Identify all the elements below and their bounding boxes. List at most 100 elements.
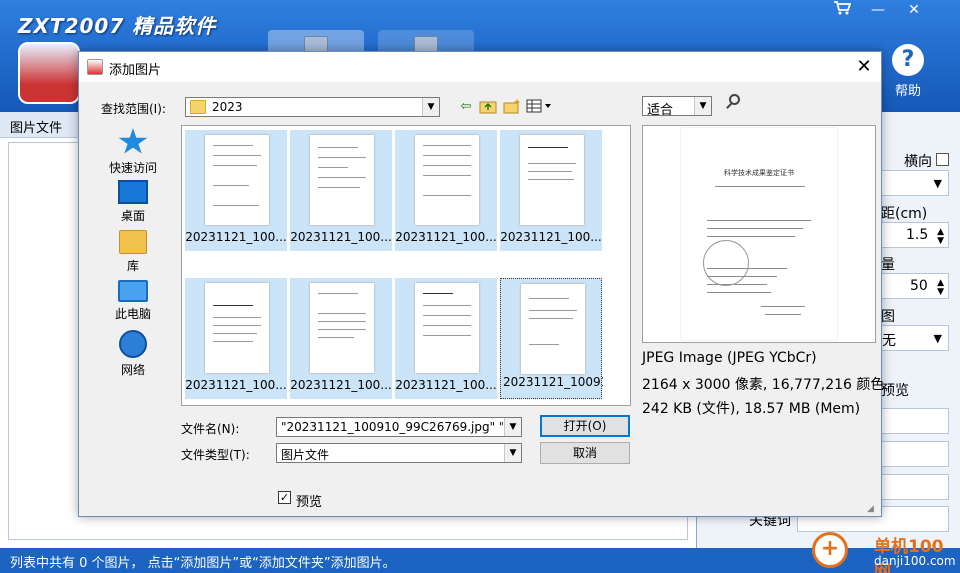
place-this-pc[interactable]: 此电脑 [97,280,169,322]
image-preview: 科学技术成果鉴定证书 [642,125,876,343]
quantity-label: 量 [881,257,895,273]
file-name: 20231121_100... [395,378,497,392]
place-quick-access[interactable]: 快速访问 [97,128,169,176]
watermark-icon: + [812,532,848,568]
thumbnail-image [205,135,269,225]
dialog-close-button[interactable]: ✕ [851,55,877,79]
place-desktop[interactable]: 桌面 [97,180,169,224]
image-info-type: JPEG Image (JPEG YCbCr) [642,350,817,366]
file-type-combo[interactable]: 图片文件 ▼ [276,443,522,463]
open-button[interactable]: 打开(O) [540,415,630,437]
chevron-down-icon[interactable]: ▼ [694,97,711,115]
file-thumbnail[interactable]: 20231121_100... [290,278,392,399]
watermark-sub-text: danji100.com [874,554,956,568]
preview-page-image: 科学技术成果鉴定证书 [681,128,837,340]
dialog-title: 添加图片 [109,63,162,78]
chevron-down-icon[interactable]: ▼ [504,444,521,462]
text-field[interactable] [881,441,949,467]
thumbnail-image [415,283,479,373]
thumbnail-image [521,284,585,374]
spacing-spinner[interactable]: 1.5 ▲ ▼ [881,222,949,248]
library-icon [119,230,147,254]
app-close-button[interactable]: ✕ [898,0,930,20]
image-info-dimensions: 2164 x 3000 像素, 16,777,216 颜色 [642,377,885,393]
cancel-button[interactable]: 取消 [540,442,630,464]
network-icon [119,330,147,358]
thumbnail-image [415,135,479,225]
preview-checkbox-label: 预览 [296,495,323,510]
file-name: 20231121_100... [500,230,602,244]
thumbnail-image [310,283,374,373]
look-in-label: 查找范围(I): [101,102,166,116]
status-text: 列表中共有 0 个图片， 点击“添加图片”或“添加文件夹”添加图片。 [10,556,396,571]
resize-grip-icon[interactable]: ◢ [867,504,879,516]
quantity-value: 50 [910,278,928,294]
new-folder-icon[interactable] [502,98,522,116]
folder-icon [190,100,206,114]
place-label: 快速访问 [108,161,157,175]
file-thumbnail[interactable]: 20231121_100... [395,130,497,251]
landscape-label: 横向 [904,154,932,170]
dialog-titlebar[interactable]: 添加图片 ✕ [79,52,881,82]
app-icon [87,59,103,75]
spacing-value: 1.5 [906,227,929,243]
text-field[interactable] [881,408,949,434]
file-name: 20231121_100... [185,378,287,392]
zoom-search-icon[interactable] [725,94,743,112]
desktop-icon [118,180,148,204]
orientation-combo[interactable]: ▼ [881,170,949,196]
preview-doc-title: 科学技术成果鉴定证书 [724,169,794,177]
spacing-label: 距(cm) [881,206,928,222]
watermark-logo: + 单机100网 danji100.com [812,530,960,573]
place-label: 此电脑 [114,307,151,321]
image-label: 图 [881,309,895,325]
file-type-label: 文件类型(T): [181,448,250,462]
help-icon: ? [892,44,924,76]
view-menu-icon[interactable] [525,98,555,116]
file-thumbnail[interactable]: 20231121_100... [290,130,392,251]
file-thumbnail-selected[interactable]: 20231121_100910_99C26769.jpg [500,278,603,399]
file-name-combo[interactable]: "20231121_100910_99C26769.jpg" "20231 ▼ [276,417,522,437]
place-label: 库 [126,259,139,273]
image-combo[interactable]: 无 ▼ [881,325,949,351]
file-type-value: 图片文件 [281,448,330,462]
thumbnail-image [310,135,374,225]
preview-checkbox[interactable]: ✓ [278,491,291,504]
file-name: 20231121_100... [290,230,392,244]
chevron-down-icon: ▼ [933,332,942,345]
chevron-down-icon: ▼ [933,177,942,190]
file-thumbnail[interactable]: 20231121_100... [185,130,287,251]
place-network[interactable]: 网络 [97,330,169,378]
thumbnail-image [520,135,584,225]
chevron-down-icon[interactable]: ▼ [504,418,521,436]
up-folder-icon[interactable] [478,98,498,116]
landscape-checkbox[interactable] [936,153,949,166]
zoom-combo[interactable]: 适合 ▼ [642,96,712,118]
file-thumbnail[interactable]: 20231121_100... [500,130,602,251]
file-list[interactable]: 20231121_100... 20231121_100... 20231121… [181,125,631,406]
app-title: ZXT2007 精品软件 [18,14,217,38]
file-thumbnail[interactable]: 20231121_100... [395,278,497,399]
look-in-combo[interactable]: 2023 ▼ [185,97,440,117]
cart-icon[interactable] [826,0,858,20]
image-combo-value: 无 [882,333,896,349]
quantity-spinner[interactable]: 50 ▲ ▼ [881,273,949,299]
back-arrow-icon[interactable]: ⇦ [456,98,476,116]
seal-stamp-icon [703,240,749,286]
file-name-label: 文件名(N): [181,422,240,436]
place-library[interactable]: 库 [97,230,169,274]
file-thumbnail[interactable]: 20231121_100... [185,278,287,399]
text-field[interactable] [881,474,949,500]
add-image-dialog: 添加图片 ✕ 查找范围(I): 2023 ▼ ⇦ 快速访问 桌面 库 此电脑 网… [78,51,885,517]
preview-section-label: 预览 [881,383,909,399]
thumbnail-image [205,283,269,373]
minimize-button[interactable]: — [862,0,894,20]
spin-down-icon[interactable]: ▼ [937,288,944,297]
file-name: 20231121_100... [185,230,287,244]
help-button[interactable]: ? 帮助 [886,44,930,99]
place-label: 网络 [120,363,145,377]
computer-icon [118,280,148,302]
chevron-down-icon[interactable]: ▼ [422,98,439,116]
star-icon [118,128,148,154]
spin-down-icon[interactable]: ▼ [937,237,944,246]
